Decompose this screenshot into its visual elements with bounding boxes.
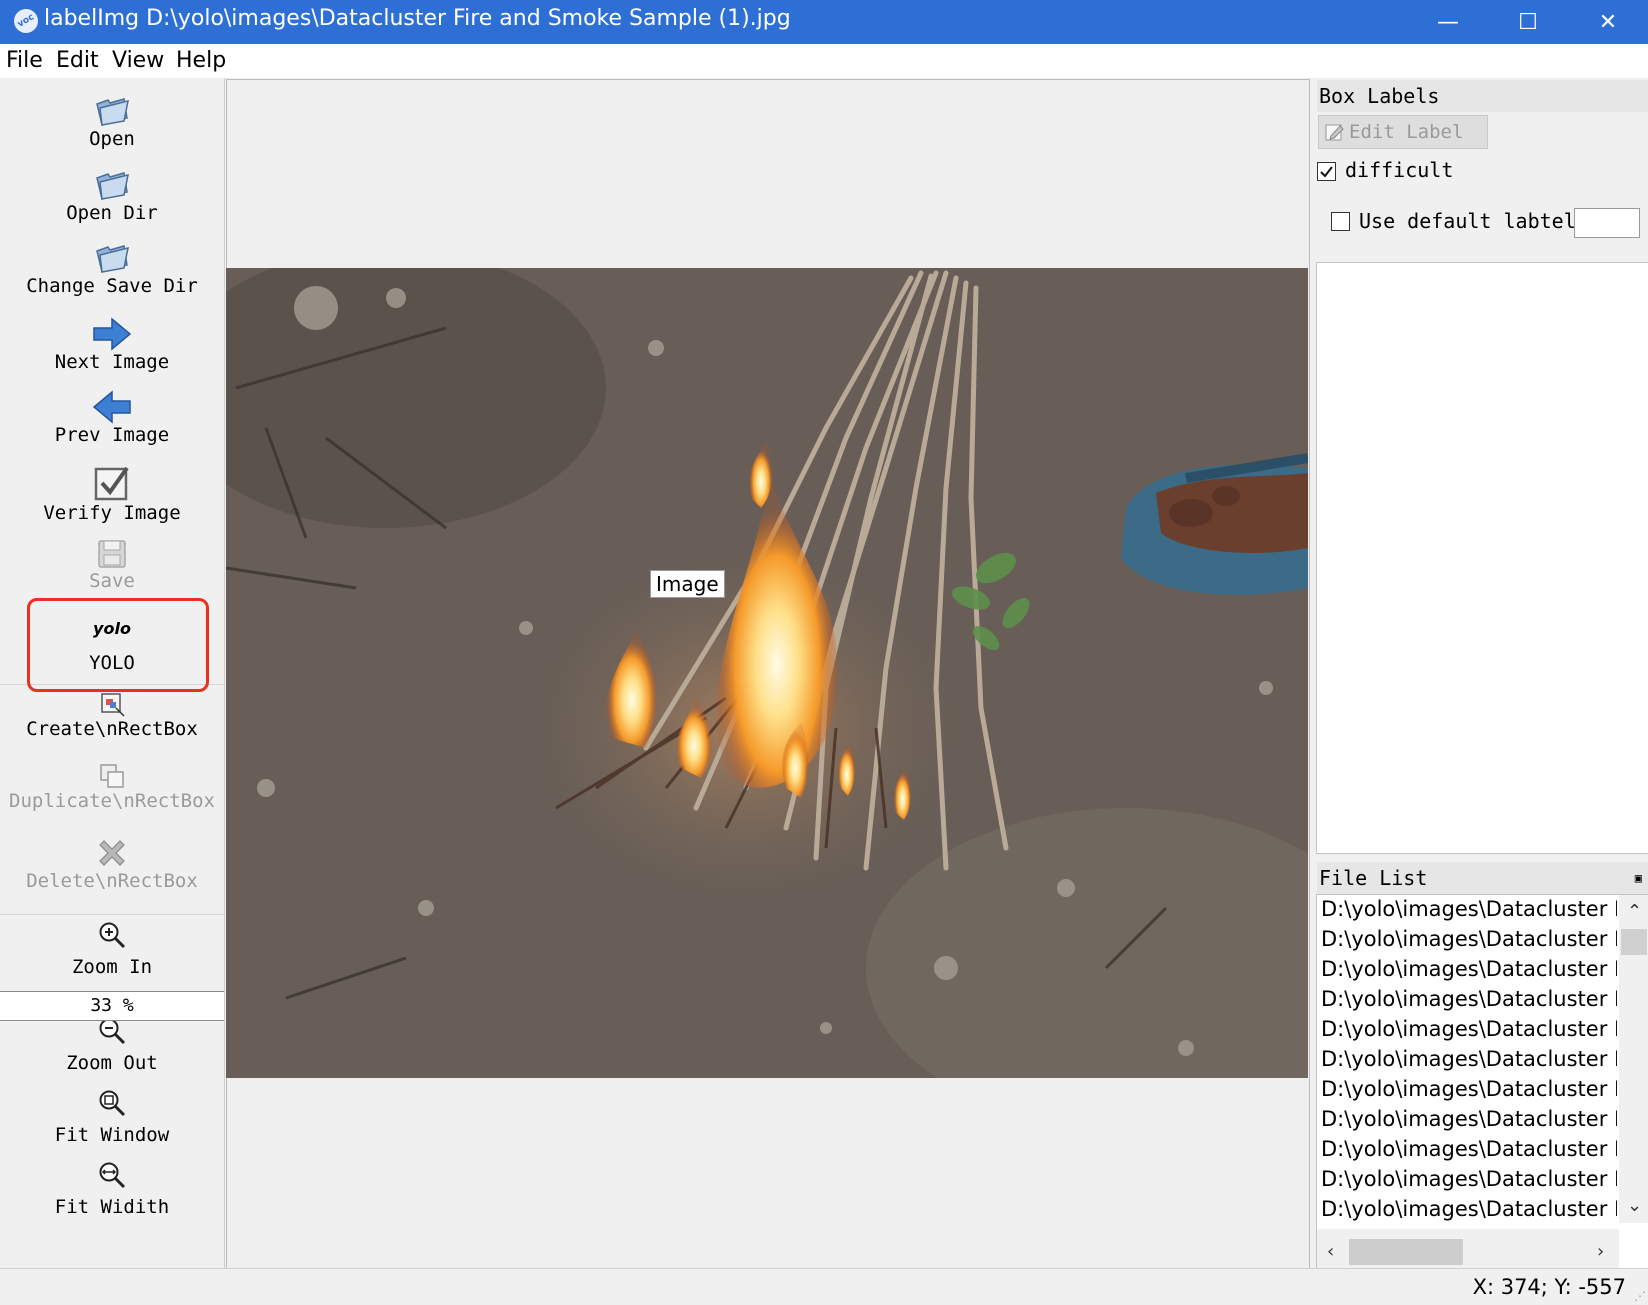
menu-help[interactable]: Help: [176, 48, 226, 73]
horizontal-scroll-thumb[interactable]: [1349, 1239, 1463, 1265]
box-labels-title: Box Labels: [1317, 80, 1648, 112]
arrow-left-icon: [92, 390, 131, 424]
save-label: Save: [89, 570, 135, 592]
open-dir-label: Open Dir: [66, 202, 158, 224]
folder-open-icon: [96, 98, 129, 126]
zoom-in-icon: [99, 922, 126, 949]
arrow-right-icon: [93, 317, 132, 351]
difficult-checkbox[interactable]: [1317, 162, 1336, 181]
prev-image-label: Prev Image: [54, 424, 170, 446]
label-list[interactable]: [1316, 262, 1648, 854]
delete-rectbox-label: Delete\nRectBox: [26, 870, 198, 892]
file-list-item[interactable]: D:\yolo\images\Datacluster F: [1321, 987, 1617, 1011]
file-list[interactable]: D:\yolo\images\Datacluster F D:\yolo\ima…: [1316, 894, 1648, 1270]
scroll-right-icon[interactable]: ›: [1597, 1241, 1604, 1262]
menu-file[interactable]: File: [6, 48, 43, 73]
file-list-item[interactable]: D:\yolo\images\Datacluster F: [1321, 1047, 1617, 1071]
open-label: Open: [89, 128, 135, 150]
status-bar: X: 374; Y: -557 ⋰: [0, 1268, 1648, 1305]
floppy-save-icon: [98, 540, 126, 568]
file-list-item[interactable]: D:\yolo\images\Datacluster F: [1321, 1077, 1617, 1101]
delete-rectbox-button[interactable]: Delete\nRectBox: [0, 836, 224, 892]
yolo-highlight-box: [27, 598, 209, 692]
cursor-coordinates: X: 374; Y: -557: [1472, 1275, 1626, 1299]
change-save-dir-label: Change Save Dir: [26, 275, 198, 297]
difficult-label: difficult: [1345, 158, 1454, 182]
file-list-item[interactable]: D:\yolo\images\Datacluster F: [1321, 1197, 1617, 1221]
file-list-title: File List ▣: [1317, 862, 1648, 894]
duplicate-rectbox-button[interactable]: Duplicate\nRectBox: [0, 762, 224, 812]
fit-width-button[interactable]: Fit Widith: [0, 1160, 224, 1218]
menu-bar: File Edit View Help: [0, 44, 1648, 78]
change-save-dir-button[interactable]: Change Save Dir: [0, 241, 224, 297]
checkbox-verify-icon: [94, 466, 129, 501]
vertical-scroll-thumb[interactable]: [1621, 929, 1647, 955]
next-image-button[interactable]: Next Image: [0, 317, 224, 373]
edit-pencil-icon: [1325, 124, 1344, 141]
file-list-item[interactable]: D:\yolo\images\Datacluster F: [1321, 957, 1617, 981]
zoom-in-button[interactable]: Zoom In: [0, 920, 224, 978]
open-button[interactable]: Open: [0, 94, 224, 150]
file-list-item[interactable]: D:\yolo\images\Datacluster F: [1321, 927, 1617, 951]
next-image-label: Next Image: [54, 351, 170, 373]
fit-width-icon: [99, 1162, 126, 1189]
file-list-item[interactable]: D:\yolo\images\Datacluster F: [1321, 1167, 1617, 1191]
toolbar-separator: [0, 914, 224, 915]
verify-image-label: Verify Image: [43, 502, 181, 524]
title-bar: voc labelImg D:\yolo\images\Datacluster …: [0, 0, 1648, 44]
window-title: labelImg D:\yolo\images\Datacluster Fire…: [44, 6, 791, 31]
verify-image-button[interactable]: Verify Image: [0, 464, 224, 524]
labelimg-app-icon: voc: [9, 4, 43, 38]
file-list-item[interactable]: D:\yolo\images\Datacluster F: [1321, 1017, 1617, 1041]
scroll-down-icon[interactable]: ⌄: [1627, 1195, 1642, 1216]
scroll-left-icon[interactable]: ‹: [1327, 1241, 1334, 1262]
default-label-input[interactable]: [1574, 208, 1640, 238]
fit-window-icon: [99, 1090, 126, 1117]
edit-label-button[interactable]: Edit Label: [1318, 115, 1488, 149]
zoom-value-field[interactable]: 33 %: [0, 991, 224, 1021]
zoom-out-button[interactable]: Zoom Out: [0, 1016, 224, 1074]
checkmark-icon: [1320, 166, 1333, 178]
file-list-title-text: File List: [1319, 866, 1428, 890]
use-default-label-text: Use default labtel: [1359, 209, 1576, 233]
duplicate-icon: [100, 764, 124, 788]
close-button[interactable]: ✕: [1568, 0, 1648, 44]
delete-x-icon: [99, 840, 125, 866]
fit-width-label: Fit Widith: [54, 1196, 170, 1218]
edit-label-text: Edit Label: [1349, 121, 1464, 143]
folder-open-icon: [96, 245, 129, 273]
fit-window-button[interactable]: Fit Window: [0, 1088, 224, 1146]
minimize-button[interactable]: —: [1408, 0, 1488, 44]
duplicate-rectbox-label: Duplicate\nRectBox: [9, 790, 215, 812]
folder-open-icon: [96, 172, 129, 200]
maximize-button[interactable]: ☐: [1488, 0, 1568, 44]
save-button[interactable]: Save: [0, 538, 224, 592]
dock-float-icon[interactable]: ▣: [1635, 862, 1642, 894]
menu-edit[interactable]: Edit: [56, 48, 99, 73]
file-list-item[interactable]: D:\yolo\images\Datacluster F: [1321, 1107, 1617, 1131]
create-rectbox-label: Create\nRectBox: [26, 718, 198, 740]
create-rect-icon: [101, 693, 125, 717]
image-tooltip: Image: [650, 570, 725, 598]
open-dir-button[interactable]: Open Dir: [0, 168, 224, 224]
scroll-up-icon[interactable]: ⌃: [1627, 901, 1642, 922]
menu-view[interactable]: View: [112, 48, 164, 73]
file-list-item[interactable]: D:\yolo\images\Datacluster F: [1321, 1137, 1617, 1161]
create-rectbox-button[interactable]: Create\nRectBox: [0, 690, 224, 740]
zoom-out-label: Zoom Out: [66, 1052, 158, 1074]
prev-image-button[interactable]: Prev Image: [0, 390, 224, 446]
use-default-label-checkbox[interactable]: [1331, 212, 1350, 231]
fire-photo-illustration: [226, 268, 1308, 1078]
file-list-item[interactable]: D:\yolo\images\Datacluster F: [1321, 897, 1617, 921]
resize-grip-icon[interactable]: ⋰: [1634, 1289, 1646, 1303]
zoom-in-label: Zoom In: [71, 956, 153, 978]
canvas-image[interactable]: [226, 268, 1308, 1078]
fit-window-label: Fit Window: [54, 1124, 170, 1146]
